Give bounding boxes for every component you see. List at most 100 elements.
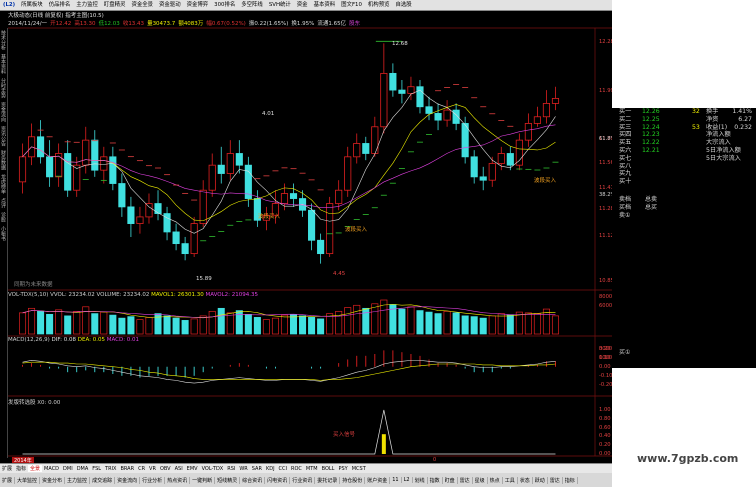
indicator-tab[interactable]: 扩展	[0, 465, 14, 472]
status-item[interactable]: 雷达	[548, 476, 563, 484]
candle-body	[37, 136, 45, 158]
indicator-tab[interactable]: RSI	[225, 466, 237, 472]
indicator-tab[interactable]: VR	[147, 466, 158, 472]
indicator-tab[interactable]: FSL	[90, 466, 103, 472]
volume-bar	[163, 315, 171, 335]
order-book-tab[interactable]: 卖档 总卖	[619, 196, 665, 204]
price-chart[interactable]	[0, 0, 612, 463]
order-book-tab[interactable]: 买档 总买	[619, 204, 665, 212]
buy-signal-label: 波段买入	[345, 227, 368, 233]
indicator-tab[interactable]: SAR	[250, 466, 264, 472]
order-level-label: 买七	[619, 154, 632, 162]
indicator-tab[interactable]: ASI	[173, 466, 185, 472]
indicator-tab[interactable]: TRIX	[103, 466, 118, 472]
volume-bar	[208, 310, 216, 335]
indicator-tab[interactable]: BOLL	[320, 466, 337, 472]
status-item[interactable]: 账户资金	[365, 476, 391, 484]
status-item[interactable]: 星级	[473, 476, 488, 484]
indicator-tab[interactable]: MCST	[350, 466, 368, 472]
indicator-tab[interactable]: BRAR	[118, 466, 136, 472]
candle-body	[506, 153, 514, 166]
status-item[interactable]: 指数	[428, 476, 443, 484]
indicator-tab[interactable]: MACD	[42, 466, 61, 472]
status-item[interactable]: 主力监控	[65, 476, 91, 484]
volume-bar	[416, 310, 424, 335]
indicator-tab[interactable]: ROC	[289, 466, 304, 472]
left-max-label: 4.01	[262, 111, 275, 117]
status-item[interactable]: 工具	[503, 476, 518, 484]
volume-bar	[82, 306, 90, 335]
volume-bar	[73, 310, 81, 335]
selector-x0: X0: 0.00	[37, 400, 61, 406]
status-item[interactable]: 雷达	[458, 476, 473, 484]
candle-body	[235, 153, 243, 166]
vol-volume: VOLUME: 23234.02	[96, 292, 150, 298]
vol-vvol: VVOL: 23234.02	[50, 292, 95, 298]
status-item[interactable]: 划线	[413, 476, 428, 484]
volume-bar	[244, 314, 252, 335]
volume-bar	[46, 314, 54, 335]
indicator-tab[interactable]: WR	[237, 466, 249, 472]
candle-body	[145, 203, 153, 218]
status-item[interactable]: 综合资讯	[240, 476, 266, 484]
indicator-tab[interactable]: 指标	[14, 465, 28, 472]
indicator-tab[interactable]: CR	[136, 466, 147, 472]
candle-body	[280, 193, 289, 204]
status-item[interactable]: 11	[390, 477, 402, 483]
status-item[interactable]: 热点	[488, 476, 503, 484]
indicator-tab[interactable]: DMI	[61, 466, 75, 472]
order-book-row: 买五 12.22 大宗流入	[612, 139, 756, 147]
candle-body	[416, 86, 424, 108]
price-tick: 11.28	[599, 206, 612, 213]
status-item[interactable]: 资金分布	[40, 476, 66, 484]
candle-body	[434, 113, 442, 121]
status-item[interactable]: 热点资讯	[165, 476, 191, 484]
status-item[interactable]: 行业资讯	[290, 476, 316, 484]
status-item[interactable]: 资金流向	[115, 476, 141, 484]
candle-body	[533, 116, 541, 124]
candle-body	[18, 156, 27, 183]
order-level-label: 买九	[619, 170, 632, 178]
volume-bar	[199, 315, 207, 335]
status-item[interactable]: 扩展	[0, 476, 16, 484]
status-item[interactable]: 跃动	[533, 476, 548, 484]
status-item[interactable]: 状态	[518, 476, 533, 484]
status-item[interactable]: 闪电资讯	[265, 476, 291, 484]
candle-body	[425, 106, 433, 114]
candle-body	[226, 153, 234, 174]
indicator-tab[interactable]: MTM	[304, 466, 320, 472]
indicator-tab[interactable]: VOL-TDX	[200, 466, 226, 472]
volume-bar	[262, 319, 270, 335]
volume-bar	[371, 303, 379, 335]
order-level-volume: 53	[692, 123, 700, 131]
status-item[interactable]: 行业分析	[140, 476, 166, 484]
indicator-tab[interactable]: OBV	[158, 466, 173, 472]
candle-body	[488, 163, 496, 181]
tab-label-a: 卖档	[619, 196, 632, 203]
indicator-tab[interactable]: DMA	[75, 466, 91, 472]
status-item[interactable]: 盯盘	[443, 476, 458, 484]
candle-body	[380, 72, 388, 128]
status-item[interactable]: 一键判断	[190, 476, 216, 484]
order-book-tabs: 卖档 总卖 买档 总买 卖①	[619, 196, 665, 219]
indicator-tab[interactable]: 全景	[28, 465, 43, 472]
status-item[interactable]: 大单监控	[15, 476, 41, 484]
volume-bar	[308, 317, 316, 335]
status-item[interactable]: 短线精灵	[215, 476, 241, 484]
candle-body	[82, 139, 90, 166]
status-item[interactable]: 指标	[563, 476, 578, 484]
order-book-tab[interactable]: 卖①	[619, 212, 665, 220]
status-item[interactable]: 委托记录	[315, 476, 341, 484]
macd-dif: DIF: 0.08	[51, 337, 76, 343]
indicator-tab[interactable]: PSY	[336, 466, 349, 472]
order-book-row: 买七 5日大宗流入	[612, 155, 756, 163]
status-item[interactable]: L2	[402, 477, 413, 483]
indicator-tab[interactable]: CCI	[277, 466, 289, 472]
indicator-tab[interactable]: KDJ	[264, 466, 277, 472]
candle-body	[199, 189, 207, 224]
trading-app: (L2) 所属板块 仿品排名 主力监控 盯盘精灵 资金全景 资金驱动 资金博弈 300排名 多空阵…	[0, 0, 612, 487]
indicator-tab[interactable]: EMV	[185, 466, 200, 472]
candle-body	[46, 156, 54, 178]
status-item[interactable]: 持仓股份	[340, 476, 366, 484]
status-item[interactable]: 成交追踪	[90, 476, 116, 484]
